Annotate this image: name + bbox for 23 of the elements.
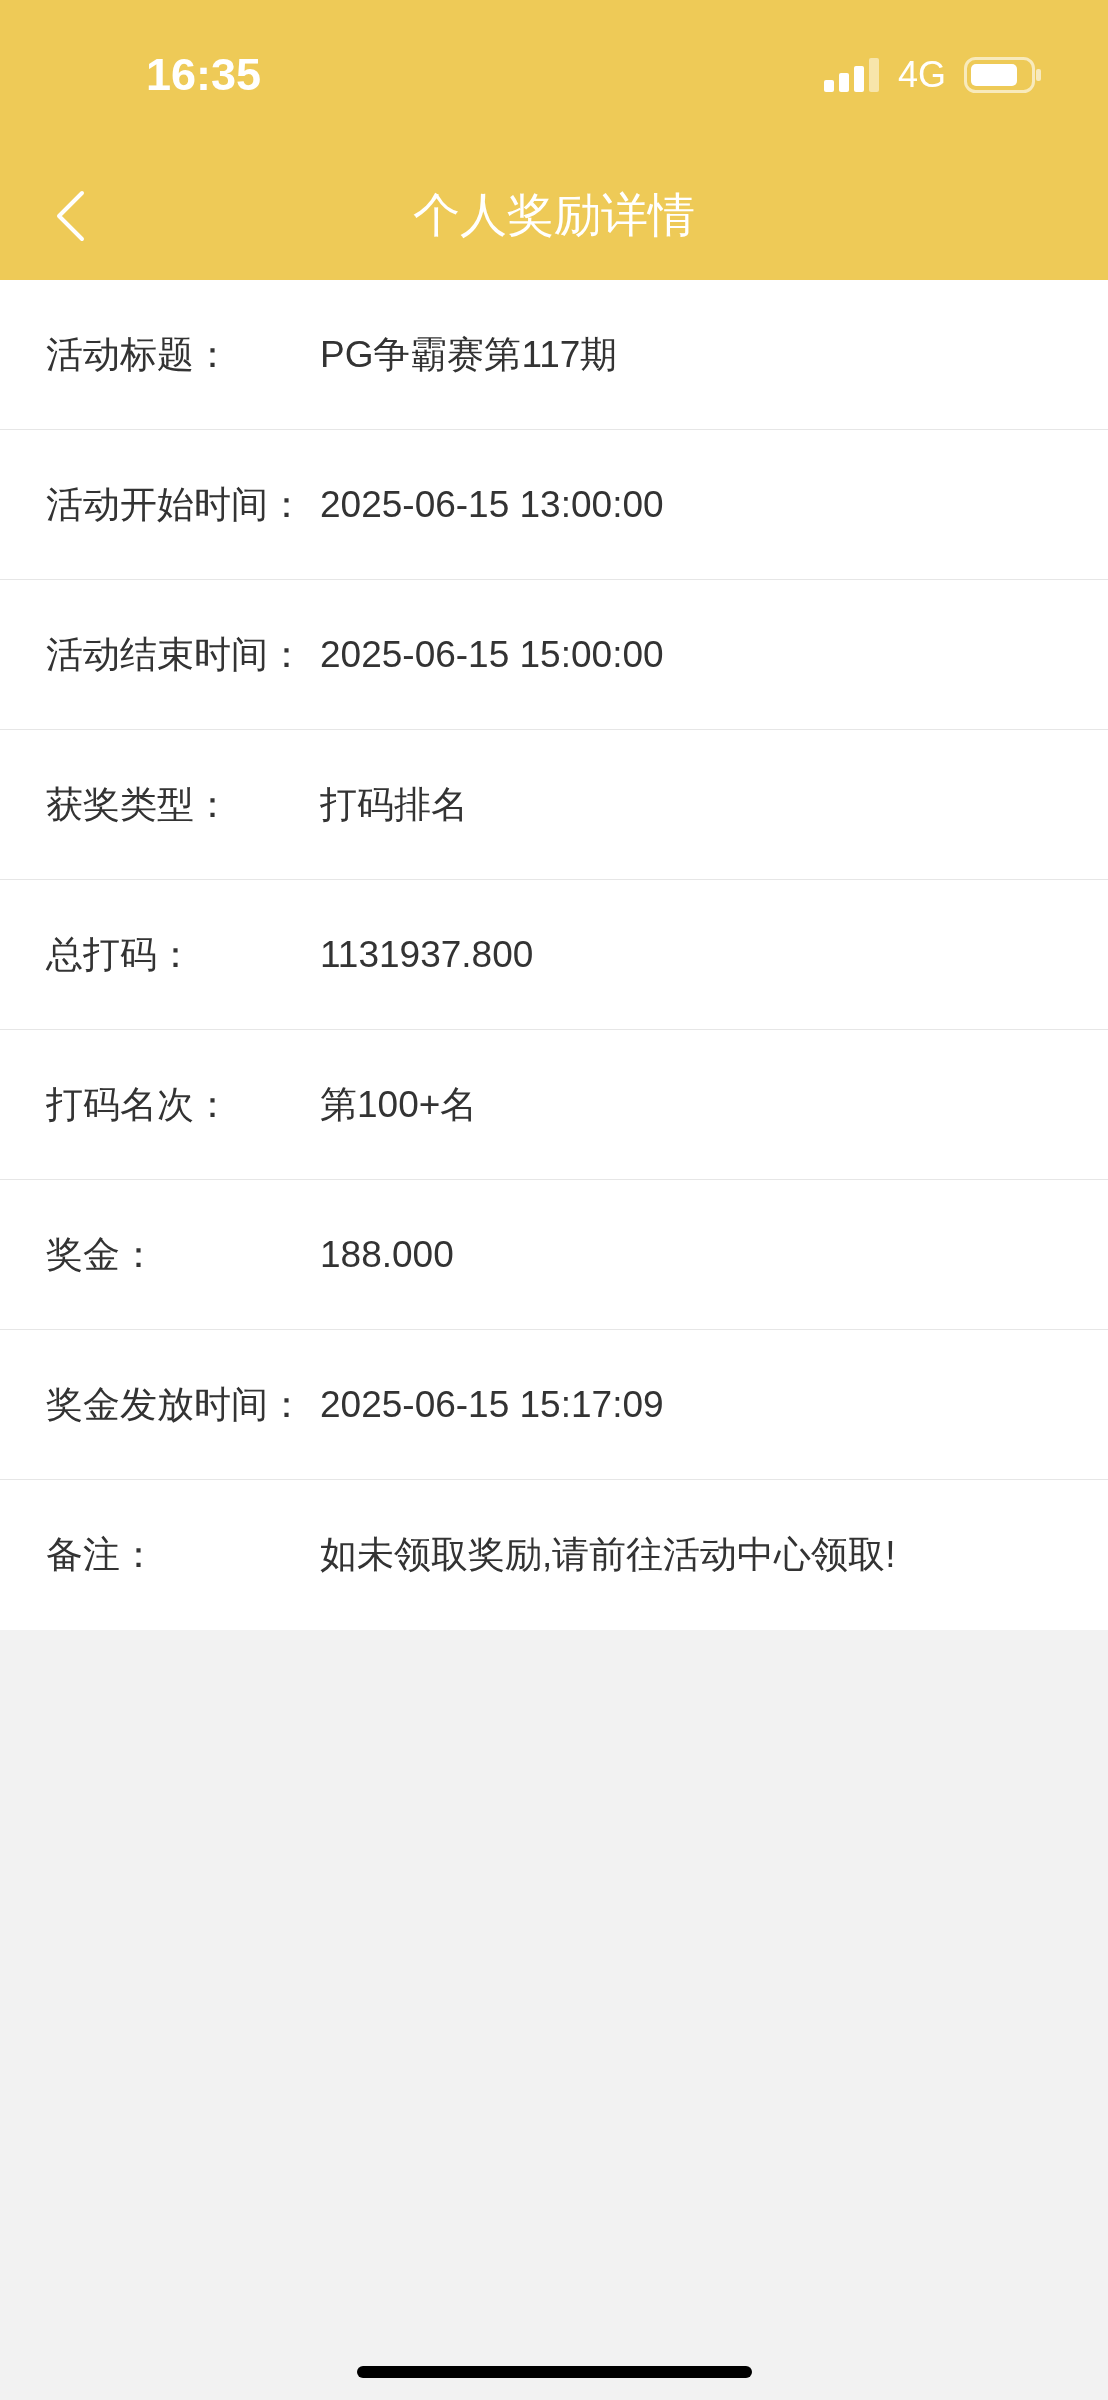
field-label: 活动结束时间： [46,632,306,677]
field-value: 2025-06-15 13:00:00 [320,482,664,527]
field-value: 2025-06-15 15:00:00 [320,632,664,677]
field-label: 活动开始时间： [46,482,306,527]
signal-icon [823,58,880,92]
battery-icon [964,57,1042,93]
field-value: 打码排名 [320,782,468,827]
field-label: 获奖类型： [46,782,232,827]
field-value: 2025-06-15 15:17:09 [320,1382,664,1427]
field-label: 总打码： [46,932,195,977]
field-value: 188.000 [320,1232,454,1277]
field-value: PG争霸赛第117期 [320,332,618,377]
field-label: 活动标题： [46,332,232,377]
status-time: 16:35 [146,48,262,103]
field-value: 第100+名 [320,1082,478,1127]
field-label: 奖金： [46,1232,158,1277]
page-title: 个人奖励详情 [413,186,695,243]
field-label: 奖金发放时间： [46,1382,306,1427]
field-label: 备注： [46,1533,158,1578]
field-value: 如未领取奖励,请前往活动中心领取! [320,1533,896,1578]
field-value: 1131937.800 [320,932,534,977]
network-label: 4G [897,53,946,97]
field-label: 打码名次： [46,1082,232,1127]
